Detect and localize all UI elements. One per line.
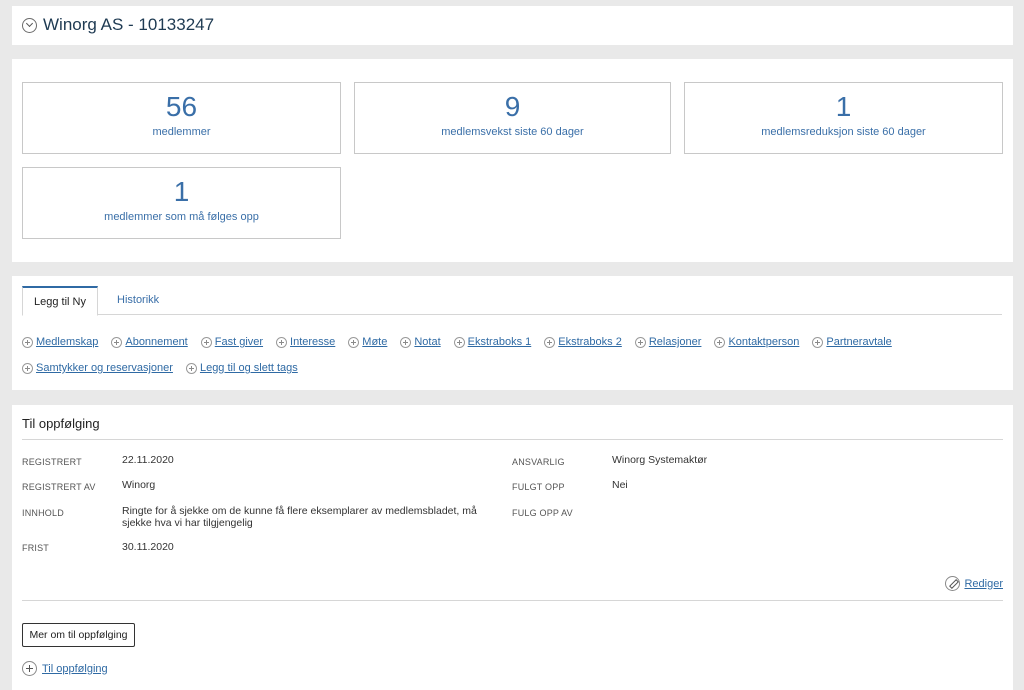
add-link-label: Ekstraboks 1 (467, 336, 532, 348)
registrert-av-label: REGISTRERT AV (22, 482, 96, 492)
add-link-legg-til-og-slett-tags[interactable]: Legg til og slett tags (185, 362, 298, 374)
plus-circle-icon (812, 336, 824, 348)
add-link-ekstraboks-1[interactable]: Ekstraboks 1 (453, 336, 532, 348)
add-link-partneravtale[interactable]: Partneravtale (812, 336, 892, 348)
fulg-opp-av-label: FULG OPP AV (512, 508, 573, 518)
frist-label: FRIST (22, 543, 49, 553)
section-title: Til oppfølging (22, 416, 100, 431)
plus-circle-icon (348, 336, 360, 348)
add-link-interesse[interactable]: Interesse (276, 336, 335, 348)
add-link-fast-giver[interactable]: Fast giver (200, 336, 264, 348)
plus-circle-icon (400, 336, 412, 348)
plus-circle-icon (185, 362, 197, 374)
add-new-panel: Legg til Ny Historikk Medlemskap Abonneme… (12, 276, 1013, 390)
add-link-abonnement[interactable]: Abonnement (111, 336, 188, 348)
stat-card-followup[interactable]: 1 medlemmer som må følges opp (22, 167, 341, 239)
stat-label: medlemsvekst siste 60 dager (441, 126, 584, 138)
add-link-label: Abonnement (125, 336, 188, 348)
ansvarlig-label: ANSVARLIG (512, 457, 565, 467)
stats-panel: 56 medlemmer 9 medlemsvekst siste 60 dag… (12, 59, 1013, 262)
fulgt-opp-label: FULGT OPP (512, 482, 565, 492)
add-link-label: Notat (414, 336, 441, 348)
registrert-label: REGISTRERT (22, 457, 82, 467)
followup-panel: Til oppfølging REGISTRERT 22.11.2020 REG… (12, 405, 1013, 690)
plus-circle-icon (453, 336, 465, 348)
add-links-row: Samtykker og reservasjoner Legg til og sl… (22, 355, 1002, 381)
plus-circle-icon (200, 336, 212, 348)
add-link-kontaktperson[interactable]: Kontaktperson (714, 336, 799, 348)
tab-historikk[interactable]: Historikk (106, 286, 170, 315)
add-links: Medlemskap Abonnement Fast giver Interesse M… (22, 329, 1002, 381)
add-link-notat[interactable]: Notat (400, 336, 441, 348)
plus-circle-icon (634, 336, 646, 348)
title-row: Winorg AS - 10133247 (22, 15, 214, 35)
stat-card-members[interactable]: 56 medlemmer (22, 82, 341, 154)
stat-value: 56 (165, 91, 198, 122)
add-link-label: Samtykker og reservasjoner (36, 362, 173, 374)
registrert-av-value: Winorg (122, 479, 156, 491)
add-link-møte[interactable]: Møte (348, 336, 387, 348)
innhold-line: sjekke hva vi har tilgjengelig (122, 517, 253, 529)
plus-circle-icon (22, 336, 33, 348)
plus-circle-icon (22, 362, 33, 374)
tab-legg-til-ny[interactable]: Legg til Ny (22, 286, 98, 316)
tab-bar: Legg til Ny Historikk (22, 286, 1002, 316)
page-title: Winorg AS - 10133247 (43, 15, 215, 34)
innhold-value: Ringte for å sjekke om de kunne få flere… (122, 505, 502, 529)
chevron-down-circle-icon[interactable] (22, 17, 37, 33)
add-link-label: Medlemskap (36, 336, 99, 348)
plus-circle-icon (276, 336, 288, 348)
ansvarlig-value: Winorg Systemaktør (612, 454, 708, 466)
add-link-samtykker-og-reservasjoner[interactable]: Samtykker og reservasjoner (22, 362, 173, 374)
innhold-label: INNHOLD (22, 508, 64, 518)
innhold-line: Ringte for å sjekke om de kunne få flere… (122, 505, 477, 517)
add-link-label: Relasjoner (648, 336, 702, 348)
divider (22, 600, 1003, 601)
plus-circle-icon (111, 336, 123, 348)
registrert-value: 22.11.2020 (122, 454, 174, 466)
add-link-label: Møte (362, 336, 388, 348)
add-link-label: Fast giver (214, 336, 264, 348)
add-followup-label: Til oppfølging (42, 662, 108, 675)
divider (22, 439, 1003, 440)
add-link-medlemskap[interactable]: Medlemskap (22, 336, 98, 348)
stat-label: medlemmer (152, 126, 211, 138)
add-link-label: Ekstraboks 2 (558, 336, 622, 348)
fulgt-opp-value: Nei (612, 479, 628, 491)
add-link-label: Legg til og slett tags (199, 362, 298, 374)
add-followup-link[interactable]: Til oppfølging (22, 661, 108, 676)
stat-label: medlemsreduksjon siste 60 dager (761, 126, 926, 138)
more-followup-button[interactable]: Mer om til oppfølging (22, 623, 135, 647)
add-link-label: Partneravtale (826, 336, 892, 348)
plus-circle-icon (22, 661, 37, 676)
stat-label: medlemmer som må følges opp (104, 211, 259, 223)
add-link-label: Kontaktperson (728, 336, 800, 348)
header-panel: Winorg AS - 10133247 (12, 6, 1013, 45)
stat-value: 9 (504, 91, 521, 122)
edit-link[interactable]: Rediger (945, 576, 1003, 591)
stat-value: 1 (173, 176, 190, 207)
stat-value: 1 (835, 91, 852, 122)
add-link-label: Interesse (290, 336, 336, 348)
pencil-icon (945, 576, 961, 591)
add-link-ekstraboks-2[interactable]: Ekstraboks 2 (544, 336, 622, 348)
plus-circle-icon (714, 336, 726, 348)
stat-card-reduction[interactable]: 1 medlemsreduksjon siste 60 dager (684, 82, 1003, 154)
add-link-relasjoner[interactable]: Relasjoner (634, 336, 702, 348)
stat-card-growth[interactable]: 9 medlemsvekst siste 60 dager (354, 82, 671, 154)
add-links-row: Medlemskap Abonnement Fast giver Interesse M… (22, 329, 1002, 355)
edit-label: Rediger (964, 577, 1003, 590)
frist-value: 30.11.2020 (122, 541, 174, 553)
plus-circle-icon (544, 336, 556, 348)
